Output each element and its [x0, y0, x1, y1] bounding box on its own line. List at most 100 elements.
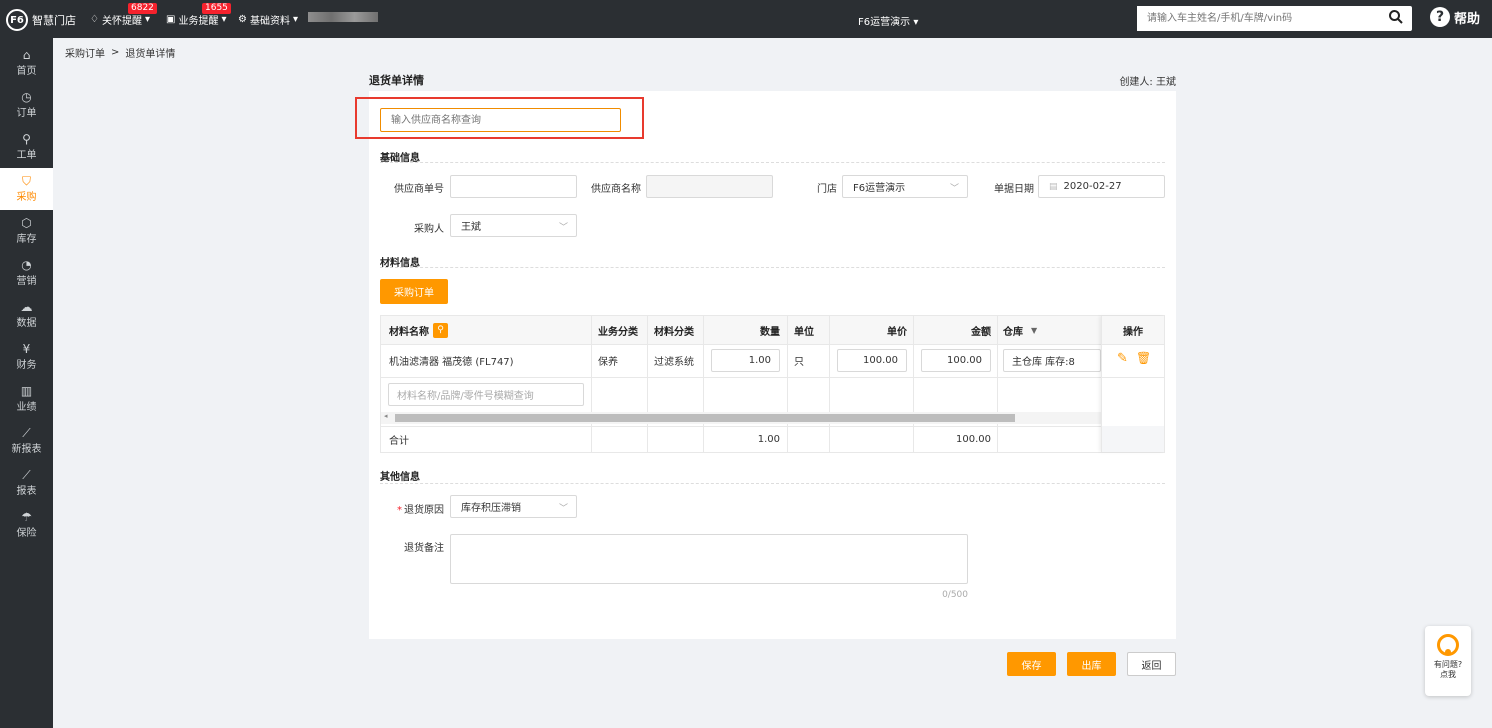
sidebar-item-label: 采购: [16, 192, 37, 203]
divider: [647, 316, 648, 452]
search-icon[interactable]: ⚲: [433, 322, 448, 338]
sidebar-item-label: 业绩: [16, 402, 37, 413]
sidebar-item-purchase[interactable]: ⛉ 采购: [0, 168, 53, 210]
note-char-counter: 0/500: [942, 590, 968, 600]
bell-icon: ♢: [90, 14, 99, 25]
sidebar-item-workorder[interactable]: ⚲ 工单: [0, 126, 53, 168]
care-reminder-menu[interactable]: ♢ 关怀提醒 ▾ 6822: [90, 3, 157, 27]
biz-reminder-badge: 1655: [202, 3, 231, 14]
caret-down-icon: ▾: [913, 17, 919, 28]
sidebar-item-marketing[interactable]: ◔ 营销: [0, 252, 53, 294]
scroll-left-icon[interactable]: ◂: [384, 412, 388, 420]
sidebar-item-finance[interactable]: ¥ 财务: [0, 336, 53, 378]
sidebar-item-performance[interactable]: ▥ 业绩: [0, 378, 53, 420]
date-picker[interactable]: ▤ 2020-02-27: [1038, 175, 1165, 198]
help-float-line2: 点我: [1440, 670, 1456, 679]
sidebar-item-insurance[interactable]: ☂ 保险: [0, 504, 53, 546]
sidebar-item-report[interactable]: ⟋ 报表: [0, 462, 53, 504]
care-reminder-badge: 6822: [128, 3, 157, 14]
top-bar: F6 智慧门店 ♢ 关怀提醒 ▾ 6822 ▣ 业务提醒 ▾ 1655 ⚙ 基础…: [0, 0, 1492, 38]
sidebar-item-label: 营销: [16, 276, 37, 287]
biz-reminder-menu[interactable]: ▣ 业务提醒 ▾ 1655: [166, 3, 231, 27]
sidebar: ⌂ 首页 ◷ 订单 ⚲ 工单 ⛉ 采购 ⬡ 库存 ◔ 营销 ☁ 数据 ¥ 财务 …: [0, 38, 53, 728]
help-label: 帮助: [1454, 11, 1481, 27]
global-search-input[interactable]: [1137, 6, 1377, 31]
cloud-icon: ☁: [20, 300, 33, 314]
table-cell-mat-type: 过滤系统: [654, 357, 694, 368]
biz-reminder-label: 业务提醒: [178, 16, 219, 27]
qty-input[interactable]: 1.00: [711, 349, 780, 372]
pie-icon: ◔: [21, 258, 32, 272]
sidebar-item-inventory[interactable]: ⬡ 库存: [0, 210, 53, 252]
column-header-warehouse[interactable]: 仓库 ▼: [1003, 316, 1037, 344]
column-header-amount: 金额: [971, 326, 991, 338]
sidebar-item-label: 报表: [16, 486, 37, 497]
column-header-label: 材料名称: [389, 326, 429, 338]
blurred-menu[interactable]: [308, 12, 378, 22]
purchase-order-button[interactable]: 采购订单: [380, 279, 448, 304]
back-button[interactable]: 返回: [1127, 652, 1176, 676]
scroll-thumb[interactable]: [395, 414, 1015, 422]
horizontal-scrollbar[interactable]: ◂ ▸: [381, 412, 1164, 424]
material-search-input[interactable]: 材料名称/品牌/零件号模糊查询: [388, 383, 584, 406]
column-header-name: 材料名称 ⚲: [389, 316, 448, 344]
required-mark: *: [397, 505, 402, 516]
breadcrumb-separator: >: [111, 46, 120, 58]
chevron-down-icon: ﹀: [558, 223, 568, 233]
column-header-op: 操作: [1102, 316, 1164, 344]
caret-down-icon: ▼: [1031, 325, 1038, 335]
divider: [380, 267, 1165, 268]
line-chart-icon: ⟋: [22, 468, 31, 482]
total-amount: 100.00: [956, 433, 991, 445]
caret-down-icon: ▾: [292, 14, 298, 25]
divider: [997, 316, 998, 452]
line-chart-icon: ⟋: [22, 426, 31, 440]
warehouse-select[interactable]: 主仓库 库存:8: [1003, 349, 1101, 372]
total-op-cell: [1102, 426, 1164, 452]
box-icon: ⬡: [21, 216, 32, 230]
buyer-select[interactable]: 王斌 ﹀: [450, 214, 577, 237]
sidebar-item-label: 首页: [16, 66, 37, 77]
cart-icon: ⛉: [21, 174, 31, 188]
reason-select[interactable]: 库存积压滞销 ﹀: [450, 495, 577, 518]
yen-icon: ¥: [22, 342, 31, 356]
supplier-no-input[interactable]: [450, 175, 577, 198]
search-icon[interactable]: [1388, 9, 1404, 25]
sidebar-item-orders[interactable]: ◷ 订单: [0, 84, 53, 126]
column-header-unit: 单位: [794, 326, 814, 338]
help-float-line1: 有问题?: [1433, 660, 1463, 669]
save-button[interactable]: 保存: [1007, 652, 1056, 676]
sidebar-item-data[interactable]: ☁ 数据: [0, 294, 53, 336]
sidebar-item-new-report[interactable]: ⟋ 新报表: [0, 420, 53, 462]
store-select[interactable]: F6运营演示 ﹀: [842, 175, 968, 198]
note-textarea[interactable]: [450, 534, 968, 584]
store-selector[interactable]: F6运营演示 ▾: [858, 13, 918, 28]
other-info-heading: 其他信息: [380, 472, 420, 483]
sidebar-item-label: 财务: [16, 360, 37, 371]
divider: [381, 377, 1164, 378]
stock-out-button[interactable]: 出库: [1067, 652, 1116, 676]
edit-icon[interactable]: ✎: [1117, 351, 1128, 366]
clock-icon: ◷: [21, 90, 32, 104]
help-float-button[interactable]: 有问题? 点我: [1425, 626, 1471, 696]
headset-icon: [1437, 634, 1459, 656]
base-data-menu[interactable]: ⚙ 基础资料 ▾: [238, 12, 298, 27]
delete-icon[interactable]: 🗑: [1136, 351, 1151, 365]
caret-down-icon: ▾: [221, 14, 227, 25]
table-cell-biz-type: 保养: [598, 357, 618, 368]
column-header-price: 单价: [887, 326, 907, 338]
amount-input[interactable]: 100.00: [921, 349, 991, 372]
divider: [1102, 377, 1164, 378]
reason-label-text: 退货原因: [404, 505, 444, 516]
logo[interactable]: F6 智慧门店: [6, 9, 76, 31]
warehouse-select-value: 主仓库 库存:8: [1012, 357, 1075, 368]
care-reminder-label: 关怀提醒: [101, 16, 142, 27]
store-select-value: F6运营演示: [853, 183, 906, 194]
chevron-down-icon: ﹀: [949, 184, 959, 194]
breadcrumb-parent[interactable]: 采购订单: [65, 45, 105, 60]
logo-icon: F6: [6, 9, 28, 31]
help-button[interactable]: ? 帮助: [1430, 7, 1480, 27]
price-input[interactable]: 100.00: [837, 349, 907, 372]
sidebar-item-home[interactable]: ⌂ 首页: [0, 42, 53, 84]
table-cell-name: 机油滤清器 福茂德 (FL747): [389, 357, 514, 368]
